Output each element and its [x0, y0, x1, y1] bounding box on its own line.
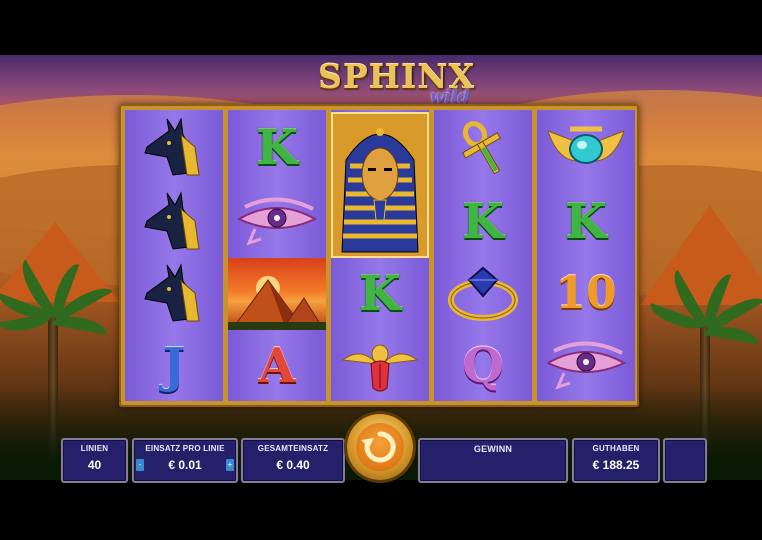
symbol-q: Q [462, 338, 504, 394]
reel-grid: J K A K K Q K 10 [119, 104, 639, 407]
lines-label: LINIEN [80, 444, 109, 453]
balance-value: € 188.25 [592, 458, 640, 472]
pyramid-right [640, 205, 762, 305]
symbol-anubis [125, 258, 223, 330]
symbol-eye-of-horus [228, 186, 326, 258]
symbol-scarab-jewel [537, 112, 635, 184]
symbol-anubis [125, 186, 223, 258]
symbol-k: K [359, 266, 401, 322]
symbol-10: 10 [555, 268, 617, 319]
bet-per-line-panel: EINSATZ PRO LINIE € 0.01 - + [132, 438, 238, 483]
spin-button[interactable] [347, 414, 413, 480]
symbol-k: K [565, 194, 607, 250]
balance-panel: GUTHABEN € 188.25 [572, 438, 660, 483]
reel-3: K [331, 110, 429, 401]
bet-decrease-button[interactable]: - [136, 459, 144, 471]
bet-per-line-value: € 0.01 [168, 458, 202, 472]
total-bet-panel: GESAMTEINSATZ € 0.40 [241, 438, 345, 483]
reel-1: J [125, 110, 223, 401]
win-label: GEWINN [473, 444, 513, 454]
menu-button[interactable] [663, 438, 707, 483]
symbol-pharaoh-wild [331, 112, 429, 258]
reel-4: K Q [434, 110, 532, 401]
total-bet-value: € 0.40 [276, 458, 310, 472]
spin-arrow-icon [361, 431, 396, 463]
bet-increase-button[interactable]: + [226, 459, 234, 471]
game-logo: SPHINX wild [310, 57, 474, 107]
win-panel: GEWINN [418, 438, 568, 483]
bet-per-line-label: EINSATZ PRO LINIE [145, 444, 225, 453]
symbol-scarab [331, 330, 429, 402]
lines-value: 40 [87, 458, 102, 472]
reel-2: K A [228, 110, 326, 401]
lines-panel: LINIEN 40 [61, 438, 128, 483]
symbol-k: K [462, 194, 504, 250]
balance-label: GUTHABEN [592, 444, 640, 453]
symbol-pyramid [228, 258, 326, 330]
symbol-k: K [256, 120, 298, 176]
symbol-ring [434, 258, 532, 330]
symbol-ankh [434, 112, 532, 184]
symbol-eye-of-horus [537, 330, 635, 402]
symbol-a: A [258, 338, 296, 394]
total-bet-label: GESAMTEINSATZ [257, 444, 329, 453]
reel-5: K 10 [537, 110, 635, 401]
symbol-anubis [125, 112, 223, 184]
symbol-j: J [162, 338, 186, 394]
